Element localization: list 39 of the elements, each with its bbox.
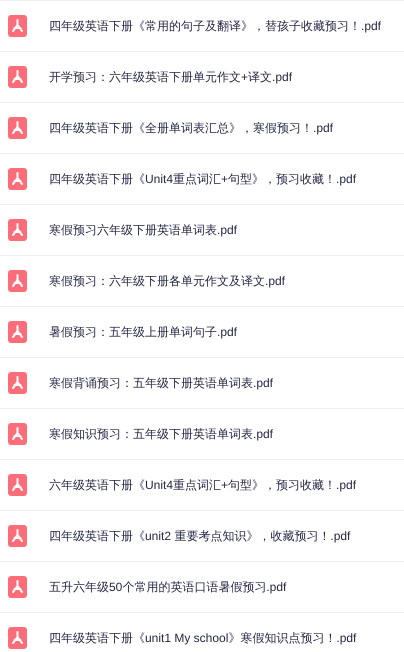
file-row[interactable]: 四年级英语下册《Unit4重点词汇+句型》，预习收藏！.pdf	[0, 154, 404, 205]
file-name: 四年级英语下册《unit2 重要考点知识》，收藏预习！.pdf	[49, 528, 350, 545]
file-row[interactable]: 四年级英语下册《常用的句子及翻译》，替孩子收藏预习！.pdf	[0, 1, 404, 52]
file-name: 四年级英语下册《unit1 My school》寒假知识点预习！.pdf	[49, 630, 356, 647]
file-name: 五升六年级50个常用的英语口语暑假预习.pdf	[49, 579, 286, 596]
pdf-file-icon	[8, 372, 27, 394]
pdf-file-icon	[8, 168, 27, 190]
pdf-file-icon	[8, 66, 27, 88]
file-row[interactable]: 四年级英语下册《unit1 My school》寒假知识点预习！.pdf	[0, 613, 404, 652]
file-name: 四年级英语下册《全册单词表汇总》，寒假预习！.pdf	[49, 120, 334, 137]
file-name: 四年级英语下册《常用的句子及翻译》，替孩子收藏预习！.pdf	[49, 18, 382, 35]
file-name: 开学预习：六年级英语下册单元作文+译文.pdf	[49, 69, 292, 86]
file-row[interactable]: 暑假预习：五年级上册单词句子.pdf	[0, 307, 404, 358]
file-name: 寒假背诵预习：五年级下册英语单词表.pdf	[49, 375, 274, 392]
file-row[interactable]: 寒假预习：六年级下册各单元作文及译文.pdf	[0, 256, 404, 307]
pdf-file-icon	[8, 321, 27, 343]
file-name: 寒假预习：六年级下册各单元作文及译文.pdf	[49, 273, 286, 290]
file-row[interactable]: 寒假背诵预习：五年级下册英语单词表.pdf	[0, 358, 404, 409]
pdf-file-icon	[8, 117, 27, 139]
file-name: 寒假知识预习：五年级下册英语单词表.pdf	[49, 426, 274, 443]
file-name: 六年级英语下册《Unit4重点词汇+句型》，预习收藏！.pdf	[49, 477, 356, 494]
file-row[interactable]: 五升六年级50个常用的英语口语暑假预习.pdf	[0, 562, 404, 613]
file-row[interactable]: 开学预习：六年级英语下册单元作文+译文.pdf	[0, 52, 404, 103]
file-row[interactable]: 寒假预习六年级下册英语单词表.pdf	[0, 205, 404, 256]
pdf-file-icon	[8, 219, 27, 241]
file-name: 寒假预习六年级下册英语单词表.pdf	[49, 222, 238, 239]
file-row[interactable]: 四年级英语下册《unit2 重要考点知识》，收藏预习！.pdf	[0, 511, 404, 562]
pdf-file-icon	[8, 525, 27, 547]
pdf-file-icon	[8, 270, 27, 292]
pdf-file-icon	[8, 576, 27, 598]
pdf-file-icon	[8, 474, 27, 496]
pdf-file-icon	[8, 627, 27, 649]
pdf-file-icon	[8, 15, 27, 37]
file-name: 四年级英语下册《Unit4重点词汇+句型》，预习收藏！.pdf	[49, 171, 356, 188]
file-name: 暑假预习：五年级上册单词句子.pdf	[49, 324, 238, 341]
pdf-file-icon	[8, 423, 27, 445]
file-row[interactable]: 寒假知识预习：五年级下册英语单词表.pdf	[0, 409, 404, 460]
file-row[interactable]: 六年级英语下册《Unit4重点词汇+句型》，预习收藏！.pdf	[0, 460, 404, 511]
file-row[interactable]: 四年级英语下册《全册单词表汇总》，寒假预习！.pdf	[0, 103, 404, 154]
